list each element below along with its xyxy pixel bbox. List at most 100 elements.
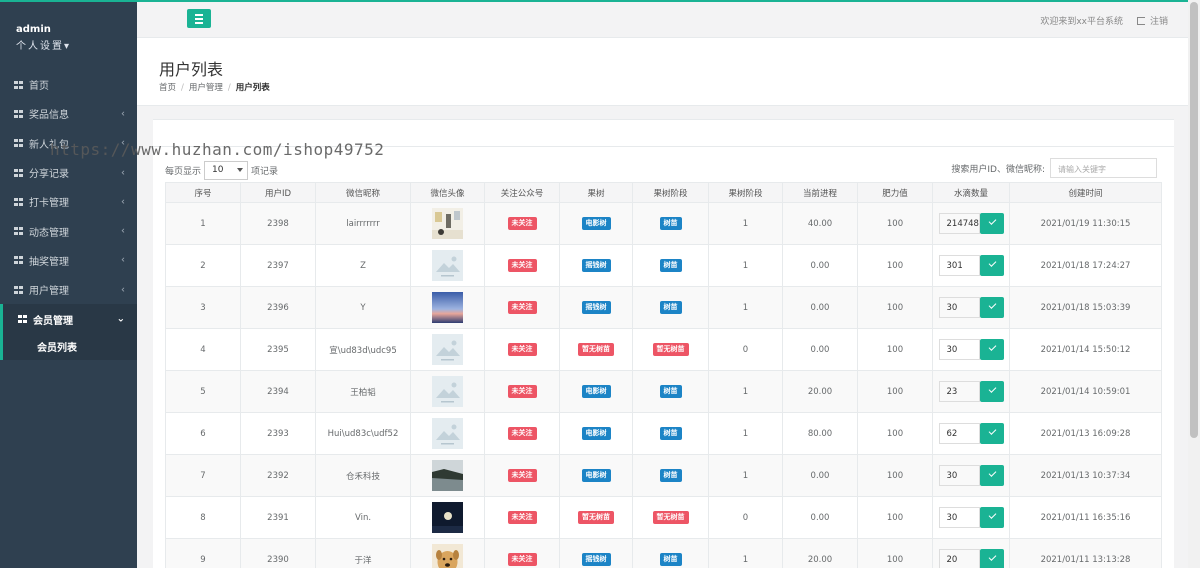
cell-water: 30 [932, 286, 1010, 329]
cell-tree: 暂无树苗 [559, 328, 633, 371]
grid-icon [14, 109, 23, 118]
confirm-check-button[interactable] [979, 381, 1004, 402]
logout-icon [1136, 17, 1145, 25]
scrollbar-thumb[interactable] [1190, 2, 1198, 438]
avatar [432, 544, 463, 568]
sidebar-item-4[interactable]: 打卡管理 ‹ [0, 187, 137, 216]
cell-tree: 暂无树苗 [559, 496, 633, 539]
sidebar-item-0[interactable]: 首页 [0, 70, 137, 99]
grid-icon [14, 197, 23, 206]
page-length-control: 每页显示 10 项记录 [165, 161, 278, 180]
cell-nickname: 王柏韬 [315, 370, 411, 413]
menu-toggle-button[interactable] [187, 9, 211, 28]
cell-stage-num: 1 [708, 454, 783, 497]
column-header[interactable]: 微信头像 [410, 182, 485, 203]
column-header[interactable]: 关注公众号 [484, 182, 560, 203]
avatar [432, 292, 463, 323]
cell-progress: 80.00 [782, 412, 858, 455]
confirm-check-button[interactable] [979, 507, 1004, 528]
column-header[interactable]: 微信昵称 [315, 182, 411, 203]
cell-nickname: 于洋 [315, 538, 411, 568]
sidebar-item-label: 分享记录 [29, 169, 69, 181]
sidebar-item-6[interactable]: 抽奖管理 ‹ [0, 246, 137, 275]
cell-water: 30 [932, 496, 1010, 539]
profile: admin 个人设置▾ [0, 2, 137, 70]
tree-badge: 电影树 [581, 427, 611, 440]
sidebar-item-8[interactable]: 会员管理 ⌄ [0, 304, 137, 334]
water-input[interactable]: 20 [938, 549, 980, 568]
column-header[interactable]: 果树阶段 [632, 182, 709, 203]
cell-created-time: 2021/01/14 10:59:01 [1009, 370, 1162, 413]
water-input[interactable]: 214748 [938, 213, 980, 234]
confirm-check-button[interactable] [979, 297, 1004, 318]
cell-fertility: 100 [857, 370, 933, 413]
avatar [432, 502, 463, 533]
sidebar-item-2[interactable]: 新人礼包 ‹ [0, 129, 137, 158]
confirm-check-button[interactable] [979, 465, 1004, 486]
sidebar-item-3[interactable]: 分享记录 ‹ [0, 158, 137, 187]
top-navbar: 欢迎来到xx平台系统 注销 [137, 0, 1188, 38]
column-header[interactable]: 果树阶段 [708, 182, 783, 203]
water-input[interactable]: 30 [938, 339, 980, 360]
avatar [432, 250, 463, 281]
cell-avatar [410, 244, 485, 287]
per-page-suffix: 项记录 [251, 167, 279, 177]
cell-tree-stage: 树苗 [632, 202, 709, 245]
confirm-check-button[interactable] [979, 255, 1004, 276]
water-editor: 30 [938, 339, 1004, 360]
logout-link[interactable]: 注销 [1136, 14, 1168, 27]
column-header[interactable]: 创建时间 [1009, 182, 1162, 203]
page-scrollbar[interactable] [1188, 0, 1200, 568]
breadcrumb-home[interactable]: 首页 [159, 83, 176, 93]
column-header[interactable]: 序号 [165, 182, 241, 203]
cell-avatar [410, 538, 485, 568]
tree-stage-badge: 树苗 [659, 217, 682, 230]
chevron-icon: ‹ [121, 225, 125, 237]
cell-nickname: lairrrrrrr [315, 202, 411, 245]
water-input[interactable]: 62 [938, 423, 980, 444]
sidebar-subitem-member-list[interactable]: 会员列表 [0, 333, 137, 360]
chevron-icon: ‹ [121, 196, 125, 208]
sidebar-item-label: 会员管理 [33, 315, 73, 327]
sidebar-item-1[interactable]: 奖品信息 ‹ [0, 99, 137, 128]
tree-badge: 暂无树苗 [578, 343, 614, 356]
search-input[interactable]: 请输入关键字 [1050, 158, 1157, 178]
cell-avatar [410, 286, 485, 329]
page-title: 用户列表 [159, 60, 224, 79]
breadcrumb-user-management[interactable]: 用户管理 [189, 83, 223, 93]
cell-water: 301 [932, 244, 1010, 287]
column-header[interactable]: 肥力值 [857, 182, 933, 203]
confirm-check-button[interactable] [979, 423, 1004, 444]
cell-fertility: 100 [857, 412, 933, 455]
tree-badge: 摇钱树 [581, 259, 611, 272]
cell-user-id: 2393 [240, 412, 316, 455]
sidebar-item-5[interactable]: 动态管理 ‹ [0, 216, 137, 245]
water-input[interactable]: 30 [938, 465, 980, 486]
cell-tree: 摇钱树 [559, 538, 633, 568]
page-heading: 用户列表 首页 / 用户管理 / 用户列表 [137, 38, 1188, 106]
column-header[interactable]: 水滴数量 [932, 182, 1010, 203]
cell-created-time: 2021/01/11 16:35:16 [1009, 496, 1162, 539]
cell-tree: 电影树 [559, 412, 633, 455]
cell-stage-num: 1 [708, 370, 783, 413]
column-header[interactable]: 当前进程 [782, 182, 858, 203]
column-header[interactable]: 果树 [559, 182, 633, 203]
water-input[interactable]: 30 [938, 297, 980, 318]
confirm-check-button[interactable] [979, 549, 1004, 568]
sidebar-item-7[interactable]: 用户管理 ‹ [0, 275, 137, 304]
page-length-select[interactable]: 10 [204, 161, 249, 180]
cell-follow: 未关注 [484, 244, 560, 287]
column-header[interactable]: 用户ID [240, 182, 316, 203]
water-input[interactable]: 301 [938, 255, 980, 276]
cell-created-time: 2021/01/18 17:24:27 [1009, 244, 1162, 287]
water-input[interactable]: 30 [938, 507, 980, 528]
confirm-check-button[interactable] [979, 213, 1004, 234]
avatar [432, 376, 463, 407]
tree-stage-badge: 树苗 [659, 301, 682, 314]
cell-water: 23 [932, 370, 1010, 413]
water-input[interactable]: 23 [938, 381, 980, 402]
profile-settings-dropdown[interactable]: 个人设置▾ [16, 37, 137, 52]
cell-nickname: Vin. [315, 496, 411, 539]
table-row: 5 2394 王柏韬 未关注 电影树 树苗 1 20.00 100 23 2021/01/14 10… [165, 370, 1162, 413]
confirm-check-button[interactable] [979, 339, 1004, 360]
